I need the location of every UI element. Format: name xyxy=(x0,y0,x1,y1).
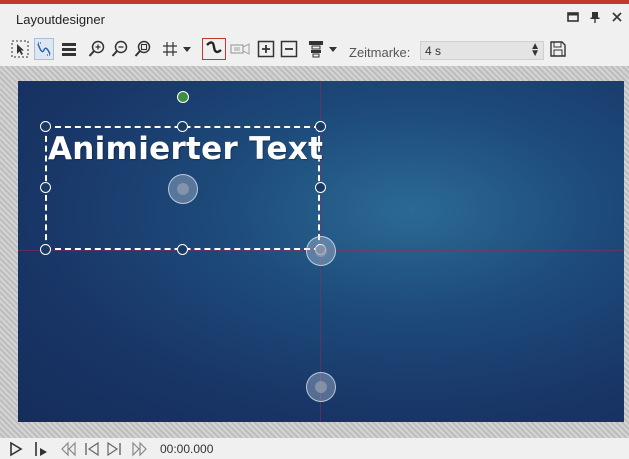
move-anchor-icon[interactable] xyxy=(168,174,198,204)
resize-handle-bottom-left[interactable] xyxy=(40,244,51,255)
maximize-icon[interactable] xyxy=(567,11,579,26)
path-anchor-icon[interactable] xyxy=(306,372,336,402)
layout-canvas[interactable]: Animierter Text xyxy=(18,81,624,422)
zoom-fit-icon[interactable] xyxy=(133,38,153,60)
remove-keyframe-icon[interactable] xyxy=(279,38,299,60)
spinner-icon[interactable]: ▲ ▼ xyxy=(530,42,540,59)
resize-handle-bottom[interactable] xyxy=(177,244,188,255)
resize-handle-right[interactable] xyxy=(315,182,326,193)
zeitmarke-value: 4 s xyxy=(425,44,442,58)
play-icon[interactable] xyxy=(8,440,24,458)
rewind-icon[interactable] xyxy=(60,440,78,458)
add-keyframe-icon[interactable] xyxy=(256,38,276,60)
save-icon[interactable] xyxy=(548,38,568,60)
close-icon[interactable] xyxy=(611,11,623,26)
window-controls xyxy=(567,11,623,26)
zoom-out-icon[interactable] xyxy=(110,38,130,60)
pin-icon[interactable] xyxy=(589,11,601,26)
zeitmarke-input[interactable]: 4 s ▲ ▼ xyxy=(420,41,544,60)
curve-tool-icon[interactable] xyxy=(34,38,54,60)
camera-icon[interactable] xyxy=(229,38,251,60)
selection-tool-icon[interactable] xyxy=(10,38,30,60)
timecode: 00:00.000 xyxy=(160,442,214,456)
path-tool-icon[interactable] xyxy=(202,38,226,60)
layers-icon[interactable] xyxy=(59,38,79,60)
resize-handle-left[interactable] xyxy=(40,182,51,193)
resize-handle-top[interactable] xyxy=(177,121,188,132)
align-icon[interactable] xyxy=(306,38,344,60)
resize-handle-top-left[interactable] xyxy=(40,121,51,132)
previous-frame-icon[interactable] xyxy=(84,440,100,458)
playback-bar: 00:00.000 xyxy=(0,438,629,459)
resize-handle-top-right[interactable] xyxy=(315,121,326,132)
zeitmarke-label: Zeitmarke: xyxy=(349,45,411,60)
next-frame-icon[interactable] xyxy=(106,440,122,458)
play-from-mark-icon[interactable] xyxy=(34,440,50,458)
fast-forward-icon[interactable] xyxy=(130,440,148,458)
rotation-handle[interactable] xyxy=(177,91,189,103)
grid-icon[interactable] xyxy=(160,38,196,60)
title-bar: Layoutdesigner xyxy=(0,4,629,34)
animated-text-object[interactable]: Animierter Text xyxy=(48,131,323,167)
zoom-in-icon[interactable] xyxy=(87,38,107,60)
window-title: Layoutdesigner xyxy=(16,12,105,27)
pivot-anchor-icon[interactable] xyxy=(306,236,336,266)
